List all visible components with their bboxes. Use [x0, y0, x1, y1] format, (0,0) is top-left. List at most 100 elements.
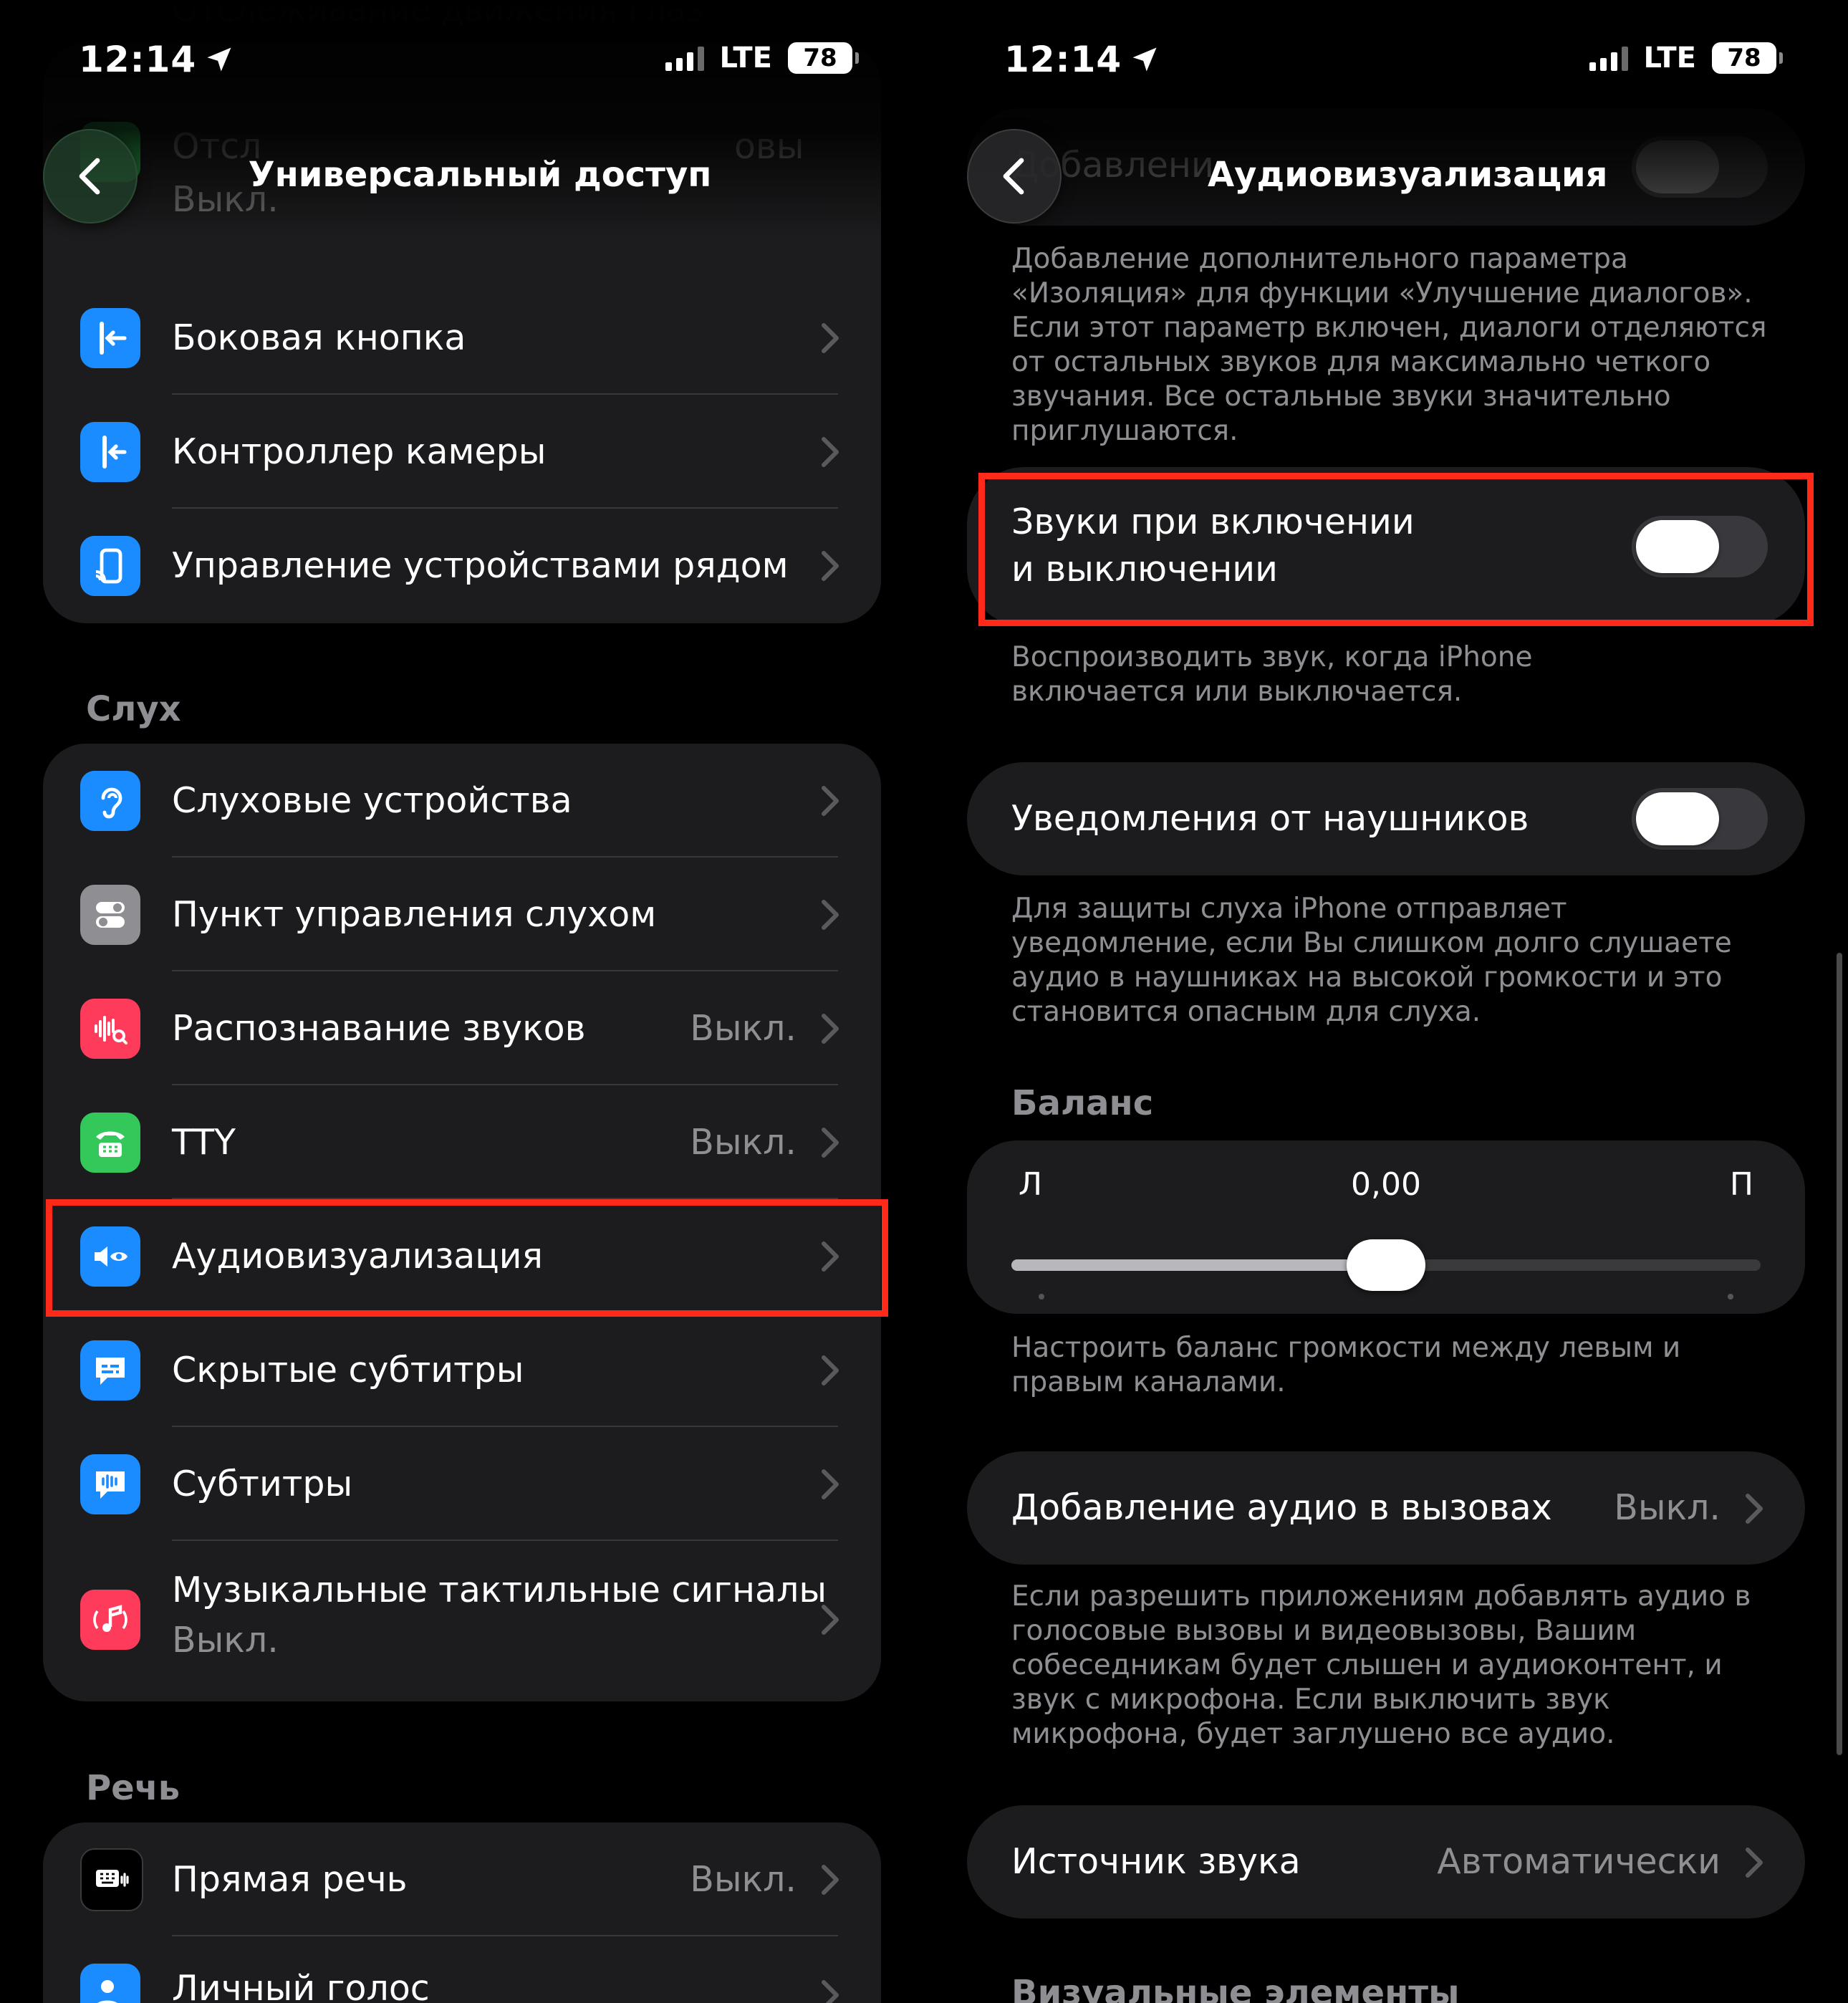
battery-level: 78 [1727, 44, 1761, 72]
balance-slider-thumb[interactable] [1347, 1239, 1425, 1291]
status-bar: 12:14 LTE 78 [924, 0, 1848, 129]
location-arrow-icon [1132, 47, 1157, 72]
isolation-note: Добавление дополнительного параметра «Из… [1011, 243, 1767, 447]
row-label: Личный голос [172, 1968, 430, 2003]
chevron-right-icon [822, 1013, 839, 1044]
row-hearing-control[interactable]: Пункт управления слухом [43, 858, 881, 971]
sound-source-label: Источник звука [1011, 1841, 1301, 1882]
call-audio-label: Добавление аудио в вызовах [1011, 1487, 1552, 1528]
location-arrow-icon [207, 47, 231, 72]
chevron-right-icon [822, 899, 839, 930]
page-title: Универсальный доступ [248, 155, 712, 195]
live-captions-icon [80, 1454, 140, 1514]
row-label: Контроллер камеры [172, 431, 547, 472]
time-text: 12:14 [79, 39, 197, 80]
row-side-button[interactable]: Боковая кнопка [43, 281, 881, 395]
row-hearing-devices[interactable]: Слуховые устройства [43, 744, 881, 858]
balance-right-label: П [1729, 1166, 1753, 1203]
nav-bar: Универсальный доступ [0, 122, 924, 229]
row-music-haptics[interactable]: Музыкальные тактильные сигналы Выкл. [43, 1541, 881, 1699]
balance-fill [1011, 1259, 1386, 1271]
chevron-right-icon [1746, 1494, 1763, 1524]
page-title: Аудиовизуализация [1208, 155, 1608, 195]
subtitles-icon [80, 1340, 140, 1401]
battery-level: 78 [803, 44, 837, 72]
scroll-indicator[interactable] [1837, 953, 1842, 1755]
nav-bar: Аудиовизуализация [924, 122, 1848, 229]
highlight-audio-visual [46, 1199, 888, 1317]
network-type: LTE [719, 42, 772, 75]
chevron-right-icon [822, 550, 839, 581]
sound-recognition-icon [80, 998, 140, 1059]
balance-value: 0,00 [1351, 1166, 1421, 1203]
nearby-devices-icon [80, 535, 140, 596]
side-button-icon [80, 307, 140, 368]
headphone-notif-toggle[interactable] [1632, 788, 1768, 850]
highlight-power-sounds [978, 473, 1814, 626]
card-call-audio[interactable]: Добавление аудио в вызовах Выкл. [967, 1451, 1805, 1565]
person-icon [80, 1964, 140, 2003]
signal-icon [1589, 45, 1628, 71]
chevron-right-icon [822, 1864, 839, 1895]
status-time: 12:14 [79, 39, 235, 80]
headphone-notif-label: Уведомления от наушников [1011, 798, 1529, 839]
section-title-visual-elements: Визуальные элементы [1011, 1973, 1460, 2003]
call-audio-note: Если разрешить приложениям добавлять ауд… [1011, 1580, 1751, 1750]
right-screen: Добавлени 12:14 LTE 78 Аудиовизуализация… [924, 0, 1848, 2003]
row-label: Боковая кнопка [172, 317, 466, 358]
power-note: Воспроизводить звук, когда iPhone включа… [1011, 641, 1533, 708]
card-sound-source[interactable]: Источник звука Автоматически [967, 1805, 1805, 1918]
row-subtitle: Выкл. [172, 1620, 279, 1661]
call-audio-value: Выкл. [1614, 1487, 1721, 1528]
keyboard-icon [80, 1848, 143, 1911]
balance-tick-right [1728, 1294, 1733, 1300]
row-closed-captions[interactable]: Скрытые субтитры [43, 1313, 881, 1427]
toggles-icon [80, 884, 140, 945]
chevron-right-icon [822, 1980, 839, 2003]
chevron-right-icon [822, 1469, 839, 1499]
card-headphone-notifications: Уведомления от наушников [967, 762, 1805, 875]
sound-source-value: Автоматически [1437, 1841, 1721, 1882]
ear-icon [80, 770, 140, 831]
row-nearby-devices[interactable]: Управление устройствами рядом [43, 509, 881, 623]
row-label: Управление устройствами рядом [172, 545, 789, 586]
chevron-right-icon [822, 322, 839, 353]
row-label: Музыкальные тактильные сигналы [172, 1570, 827, 1610]
chevron-right-icon [822, 436, 839, 467]
group-general: Боковая кнопка Контроллер камеры Управле… [43, 281, 881, 623]
row-live-speech[interactable]: Прямая речь Выкл. [43, 1822, 881, 1936]
tty-icon [80, 1112, 140, 1173]
chevron-right-icon [822, 1605, 839, 1635]
row-label: Распознавание звуков [172, 1008, 586, 1049]
row-sound-recognition[interactable]: Распознавание звуков Выкл. [43, 971, 881, 1085]
music-haptics-icon [80, 1590, 140, 1650]
balance-tick-left [1039, 1294, 1044, 1300]
chevron-right-icon [1746, 1848, 1763, 1878]
section-title-speech: Речь [86, 1768, 181, 1808]
chevron-right-icon [822, 785, 839, 816]
row-label: TTY [172, 1122, 236, 1163]
row-label: Слуховые устройства [172, 780, 572, 821]
section-title-hearing: Слух [86, 689, 181, 729]
headphone-note: Для защиты слуха iPhone отправляет уведо… [1011, 893, 1732, 1028]
chevron-right-icon [822, 1127, 839, 1158]
row-live-captions[interactable]: Субтитры [43, 1427, 881, 1541]
row-label: Прямая речь [172, 1859, 408, 1900]
card-balance: Л 0,00 П [967, 1140, 1805, 1314]
network-type: LTE [1643, 42, 1696, 75]
camera-control-icon [80, 421, 140, 482]
chevron-right-icon [822, 1355, 839, 1385]
group-speech: Прямая речь Выкл. Личный голос [43, 1822, 881, 2003]
row-label: Субтитры [172, 1464, 353, 1504]
row-value: Выкл. [690, 1859, 797, 1900]
row-label: Пункт управления слухом [172, 894, 657, 935]
row-label: Скрытые субтитры [172, 1350, 524, 1390]
row-personal-voice[interactable]: Личный голос [43, 1936, 881, 2003]
battery-icon: 78 [788, 42, 859, 74]
left-screen: Отслеживание движения глаз Отсл овы Выкл… [0, 0, 924, 2003]
status-bar: 12:14 LTE 78 [0, 0, 924, 129]
row-tty[interactable]: TTY Выкл. [43, 1085, 881, 1199]
balance-note: Настроить баланс громкости между левым и… [1011, 1332, 1681, 1398]
status-time: 12:14 [1004, 39, 1160, 80]
row-camera-control[interactable]: Контроллер камеры [43, 395, 881, 509]
